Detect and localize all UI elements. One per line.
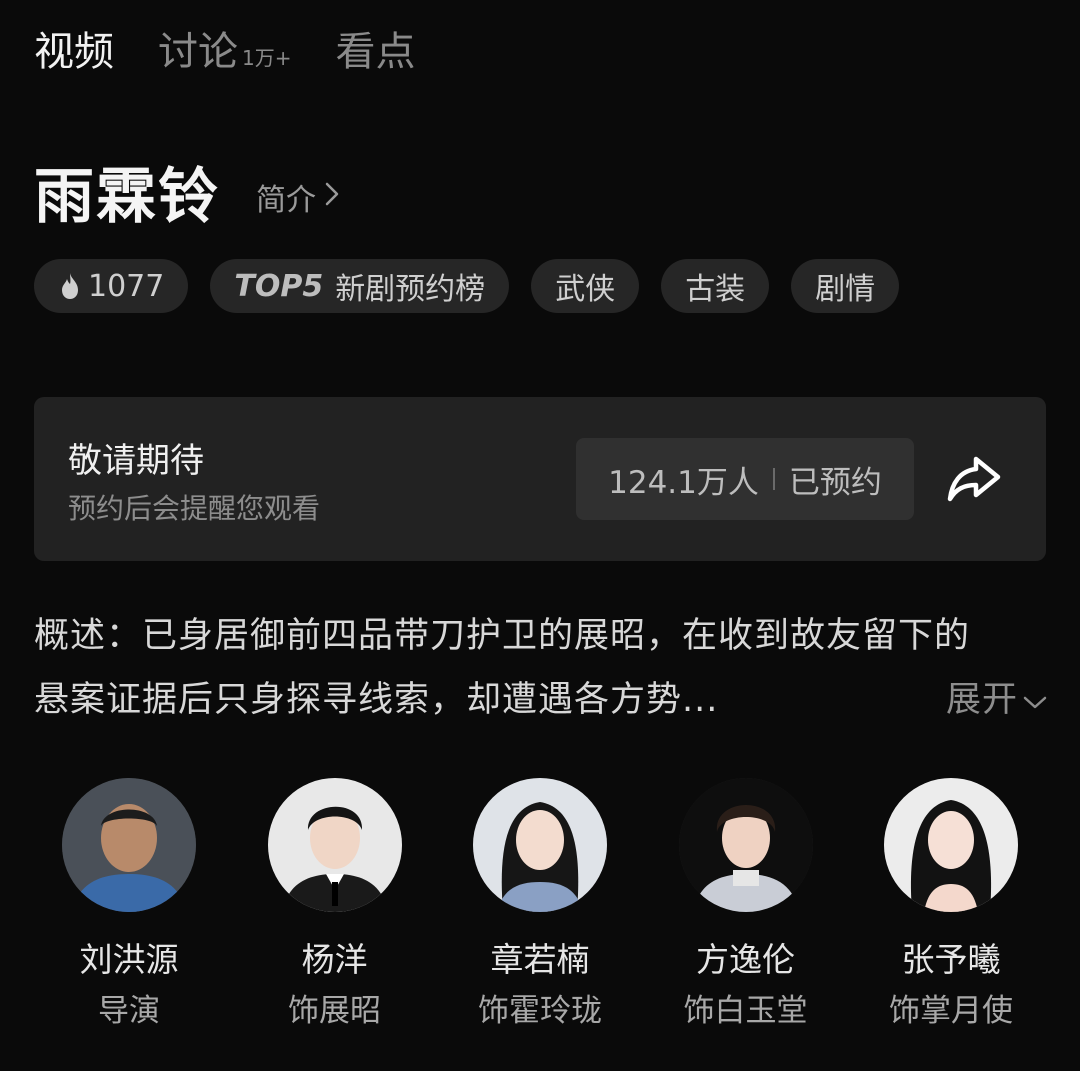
reserve-button[interactable]: 124.1万人 已预约: [576, 438, 914, 520]
cast-name: 方逸伦: [696, 940, 795, 979]
cast-name: 刘洪源: [79, 940, 179, 979]
tab-video-label: 视频: [34, 29, 114, 75]
avatar: [267, 778, 402, 912]
cast-role: 饰霍玲珑: [478, 993, 602, 1029]
reservation-card: 敬请期待 预约后会提醒您观看 124.1万人 已预约: [34, 397, 1046, 561]
rank-tag[interactable]: TOP5 新剧预约榜: [210, 259, 510, 313]
reservation-subtitle: 预约后会提醒您观看: [68, 492, 321, 525]
intro-label: 简介: [256, 183, 316, 218]
rank-badge: TOP5: [234, 268, 324, 304]
cast-name: 张予曦: [901, 940, 1001, 979]
cast-member[interactable]: 张予曦 饰掌月使: [856, 778, 1046, 1032]
cast-role: 饰白玉堂: [683, 993, 808, 1029]
tag-row: 1077 TOP5 新剧预约榜 武侠 古装 剧情: [34, 259, 900, 313]
avatar: [884, 778, 1018, 912]
tab-discussion[interactable]: 讨论 1万+: [158, 26, 291, 84]
genre-tag[interactable]: 剧情: [791, 259, 900, 313]
heat-value: 1077: [88, 268, 165, 304]
reservation-title: 敬请期待: [68, 441, 204, 481]
intro-link[interactable]: 简介: [256, 175, 340, 219]
tab-highlights-label: 看点: [335, 29, 416, 75]
genre-label: 古装: [685, 272, 746, 307]
tab-bar: 视频 讨论 1万+ 看点: [34, 26, 415, 84]
avatar: [473, 778, 607, 912]
cast-member[interactable]: 方逸伦 饰白玉堂: [651, 778, 841, 1032]
cast-name: 杨洋: [301, 940, 368, 979]
cast-role: 饰展昭: [288, 993, 381, 1029]
cast-member[interactable]: 刘洪源 导演: [34, 778, 224, 1032]
show-detail-page: 视频 讨论 1万+ 看点 雨霖铃 简介 1077 TOP5 新剧预约榜 武侠 古…: [0, 0, 1080, 1071]
tab-discussion-count: 1万+: [242, 46, 292, 70]
chevron-right-icon: [324, 180, 340, 215]
cast-list: 刘洪源 导演 杨洋 饰展昭 章若楠 饰霍玲珑 方逸伦 饰白玉堂 张予曦 饰掌月使: [34, 778, 1046, 1032]
cast-role: 导演: [98, 993, 160, 1029]
show-title: 雨霖铃: [34, 162, 220, 232]
synopsis-line-row: 悬案证据后只身探寻线索，却遭遇各方势... 展开: [34, 668, 1048, 732]
cast-role: 饰掌月使: [889, 993, 1013, 1029]
flame-icon: [58, 271, 82, 301]
share-icon[interactable]: [944, 453, 1004, 505]
synopsis-line: 悬案证据后只身探寻线索，却遭遇各方势...: [34, 680, 719, 720]
expand-button[interactable]: 展开: [946, 668, 1048, 732]
reserve-status: 已预约: [788, 464, 882, 501]
heat-tag[interactable]: 1077: [34, 259, 189, 313]
synopsis: 概述：已身居御前四品带刀护卫的展昭，在收到故友留下的 悬案证据后只身探寻线索，却…: [34, 604, 1048, 732]
tab-highlights[interactable]: 看点: [335, 26, 415, 78]
rank-list-label: 新剧预约榜: [335, 272, 486, 307]
title-row: 雨霖铃 简介: [34, 160, 340, 234]
synopsis-line: 概述：已身居御前四品带刀护卫的展昭，在收到故友留下的: [34, 616, 971, 656]
tab-video[interactable]: 视频: [34, 26, 114, 78]
tab-discussion-label: 讨论: [158, 29, 238, 75]
cast-member[interactable]: 杨洋 饰展昭: [240, 778, 430, 1032]
avatar: [62, 778, 196, 912]
divider: [772, 468, 775, 490]
expand-label: 展开: [945, 680, 1018, 720]
genre-label: 武侠: [555, 272, 616, 307]
genre-tag[interactable]: 古装: [661, 259, 770, 313]
reserve-count: 124.1万人: [608, 464, 759, 501]
genre-tag[interactable]: 武侠: [531, 259, 640, 313]
avatar: [678, 778, 813, 912]
chevron-down-icon: [1022, 668, 1048, 732]
genre-label: 剧情: [815, 272, 876, 307]
cast-name: 章若楠: [490, 940, 590, 979]
cast-member[interactable]: 章若楠 饰霍玲珑: [445, 778, 635, 1032]
